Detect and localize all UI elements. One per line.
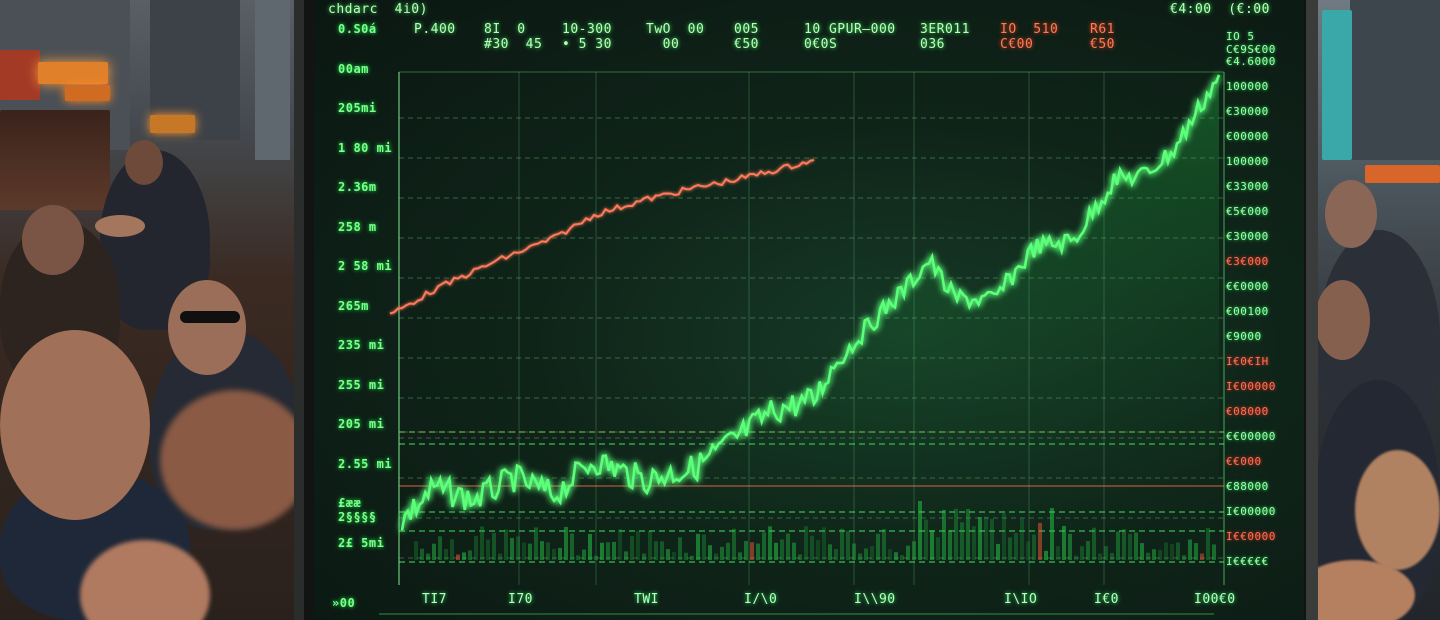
x-axis-label: I/\0 — [744, 592, 778, 607]
x-axis-label: TI7 — [422, 592, 447, 607]
chart-screen: chdarc 4i0) P.400 8I 0 #30 45 10-300 • 5 3… — [314, 0, 1304, 620]
right-price-label: €€000 — [1226, 455, 1262, 468]
header-value: R61 €50 — [1090, 22, 1115, 52]
y-axis-label: 0.S0á — [338, 22, 377, 36]
photo-scene: chdarc 4i0) P.400 8I 0 #30 45 10-300 • 5 3… — [0, 0, 1440, 620]
right-price-label: €5€000 — [1226, 205, 1269, 218]
right-price-label: €3€000 — [1226, 255, 1269, 268]
x-axis-label: I€0 — [1094, 592, 1119, 607]
y-axis-label: 265m — [338, 298, 369, 313]
orange-sign-right — [1365, 165, 1440, 183]
right-price-label: €30000 — [1226, 230, 1269, 243]
right-price-label: €€00000 — [1226, 430, 1276, 443]
y-axis-label: £ææ 2§§§§ — [338, 496, 377, 524]
right-price-label: €4.6000 — [1226, 55, 1276, 68]
y-axis-label: 2 58 mi — [338, 259, 393, 273]
neon-sign-2 — [65, 85, 110, 101]
red-trend-line — [389, 159, 815, 315]
right-price-label: €88000 — [1226, 480, 1269, 493]
right-price-label: €9000 — [1226, 330, 1262, 343]
header-value: 8I 0 #30 45 — [484, 22, 543, 52]
right-price-label: €00100 — [1226, 305, 1269, 318]
person-front-left-head — [0, 330, 150, 520]
right-price-label: €00000 — [1226, 130, 1269, 143]
right-price-label: 100000 — [1226, 80, 1269, 93]
person-left-back-2-head — [22, 205, 84, 275]
person-left-back-1-head — [125, 140, 163, 185]
right-price-label: €30000 — [1226, 105, 1269, 118]
right-price-label: IO 5 C€9S€00 — [1226, 30, 1276, 56]
header-right-label: €4:00 (€:00 — [1170, 2, 1270, 17]
x-axis-label: TWI — [634, 592, 659, 607]
person-right-1-head — [1325, 180, 1377, 248]
right-price-label: €08000 — [1226, 405, 1269, 418]
header-value: 3ER011 036 — [920, 22, 970, 52]
y-axis-label: 00am — [338, 61, 369, 76]
building-tower-far — [255, 0, 290, 160]
header-value: 005 €50 — [734, 22, 759, 52]
y-axis-label: 255 mi — [338, 377, 385, 392]
x-axis-label: I70 — [508, 592, 533, 607]
y-axis-label: 2.55 mi — [338, 456, 393, 471]
stock-chart — [379, 71, 1225, 615]
pointing-hand — [95, 215, 145, 237]
header-value: IO 510 C€00 — [1000, 22, 1059, 52]
header-value: 10-300 • 5 30 — [562, 22, 612, 52]
raised-hand-left — [160, 390, 310, 530]
x-axis-label: I\\90 — [854, 592, 896, 607]
person-sunglasses-head — [168, 280, 246, 375]
person-right-2-head — [1315, 280, 1370, 360]
y-axis-label: 2£ 5mi — [338, 535, 385, 550]
header-left-label: chdarc 4i0) — [328, 2, 428, 17]
y-axis-label: 205mi — [338, 101, 377, 115]
y-axis-label: 235 mi — [338, 338, 385, 352]
teal-sign — [1322, 10, 1352, 160]
building-right — [1350, 0, 1440, 160]
right-price-label: I€00000 — [1226, 505, 1276, 518]
right-price-label: I€€€€€ — [1226, 555, 1269, 568]
green-area-fill — [402, 75, 1219, 585]
shop-window — [0, 110, 110, 210]
neon-sign — [38, 62, 108, 84]
right-price-label: €33000 — [1226, 180, 1269, 193]
right-price-label: 100000 — [1226, 155, 1269, 168]
y-axis-label: 1 80 mi — [338, 140, 393, 155]
right-price-label: €€0000 — [1226, 280, 1269, 293]
stock-monitor: chdarc 4i0) P.400 8I 0 #30 45 10-300 • 5 3… — [294, 0, 1318, 620]
x-axis-label: I\IO — [1004, 592, 1038, 607]
shop-awning — [0, 50, 40, 100]
right-price-label: I€€0000 — [1226, 530, 1276, 543]
header-value: P.400 — [414, 22, 456, 37]
y-axis-label: 205 mi — [338, 417, 385, 431]
header-value: 10 GPUR–000 0€0S — [804, 22, 896, 52]
person-right-front-head — [1355, 450, 1440, 570]
right-price-label: I€0€IH — [1226, 355, 1269, 368]
neon-sign-3 — [150, 115, 195, 133]
bottom-left-label: »00 — [332, 596, 356, 610]
header-value: TwO 00 00 — [646, 22, 705, 52]
y-axis-label: 2.36m — [338, 180, 377, 194]
right-price-label: I€00000 — [1226, 380, 1276, 393]
x-axis-label: I00€0 — [1194, 592, 1236, 607]
sunglasses — [180, 311, 240, 323]
y-axis-label: 258 m — [338, 219, 377, 234]
